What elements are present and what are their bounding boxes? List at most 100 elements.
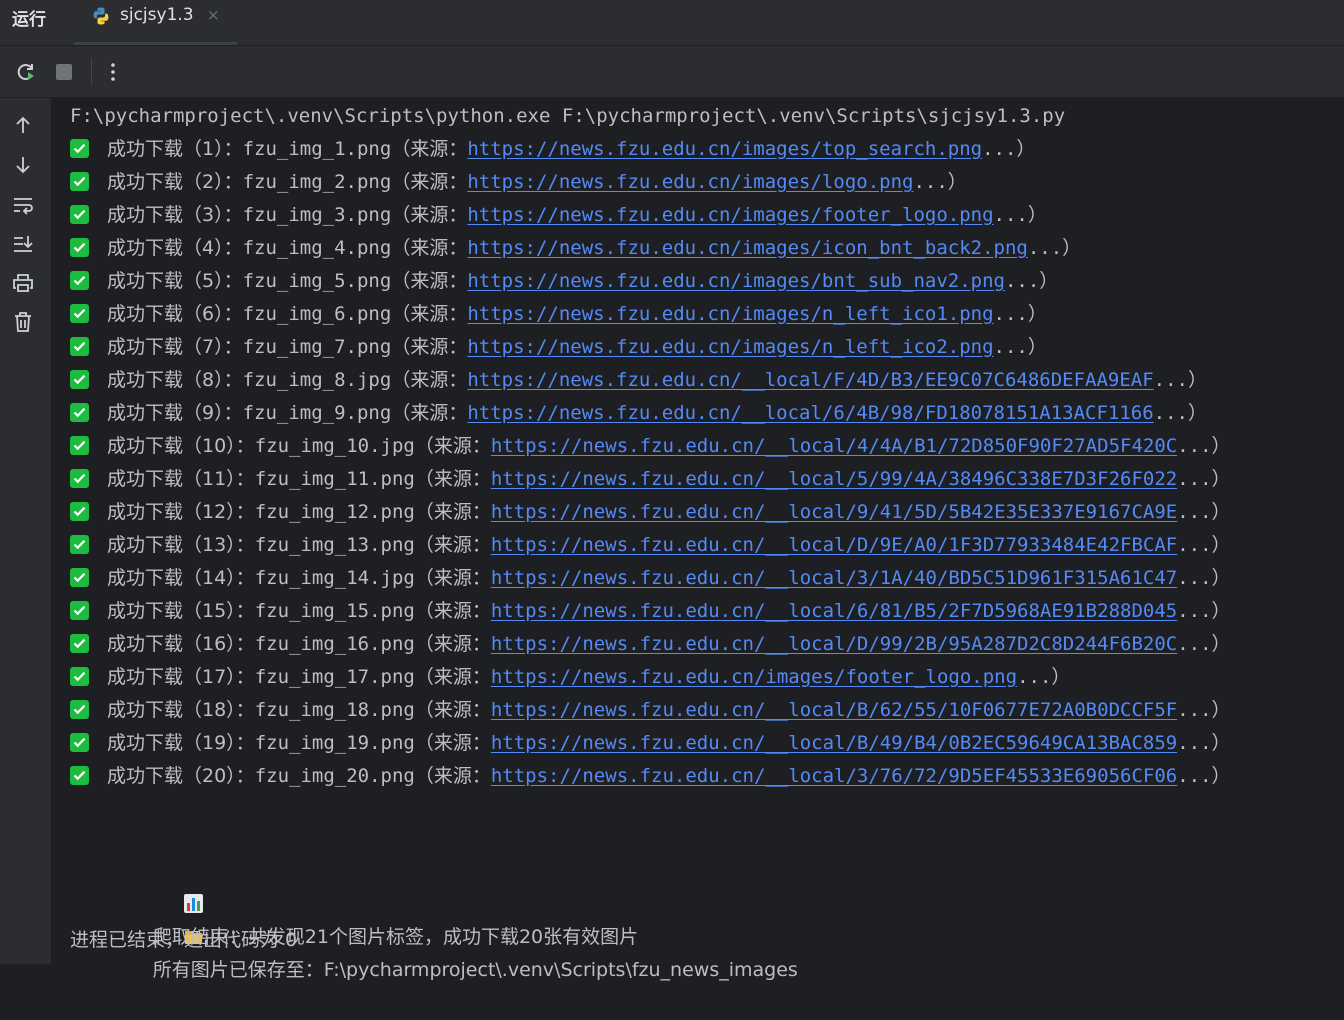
checkmark-icon bbox=[70, 766, 89, 785]
source-link[interactable]: https://news.fzu.edu.cn/__local/D/99/2B/… bbox=[491, 633, 1177, 655]
download-line: 成功下载（1）：fzu_img_1.png（来源：https://news.fz… bbox=[70, 133, 1035, 166]
source-link[interactable]: https://news.fzu.edu.cn/__local/D/9E/A0/… bbox=[491, 534, 1177, 556]
checkmark-icon bbox=[70, 568, 89, 587]
checkmark-icon bbox=[70, 601, 89, 620]
saved-path-text: 所有图片已保存至：F:\pycharmproject\.venv\Scripts… bbox=[152, 959, 798, 981]
source-label: （来源： bbox=[414, 732, 491, 754]
source-suffix: ...） bbox=[1177, 600, 1231, 622]
more-options-icon[interactable] bbox=[101, 60, 125, 84]
source-link[interactable]: https://news.fzu.edu.cn/images/bnt_sub_n… bbox=[467, 270, 1005, 292]
file-name: fzu_img_20.png bbox=[254, 765, 415, 787]
file-name: fzu_img_18.png bbox=[254, 699, 415, 721]
trash-icon[interactable] bbox=[11, 310, 35, 334]
file-name: fzu_img_5.png bbox=[242, 270, 392, 292]
file-name: fzu_img_2.png bbox=[242, 171, 392, 193]
source-link[interactable]: https://news.fzu.edu.cn/__local/B/49/B4/… bbox=[491, 732, 1177, 754]
soft-wrap-icon[interactable] bbox=[11, 193, 35, 217]
source-link[interactable]: https://news.fzu.edu.cn/__local/3/1A/40/… bbox=[491, 567, 1177, 589]
download-line: 成功下载（8）：fzu_img_8.jpg（来源：https://news.fz… bbox=[70, 364, 1207, 397]
source-suffix: ...） bbox=[1177, 534, 1231, 556]
source-label: （来源： bbox=[414, 666, 491, 688]
file-name: fzu_img_17.png bbox=[254, 666, 415, 688]
source-label: （来源： bbox=[414, 567, 491, 589]
source-label: （来源： bbox=[414, 633, 491, 655]
folder-icon bbox=[116, 891, 204, 944]
source-link[interactable]: https://news.fzu.edu.cn/images/top_searc… bbox=[467, 138, 982, 160]
download-prefix: 成功下载（20）： bbox=[107, 765, 255, 787]
console-side-toolbar bbox=[0, 98, 51, 964]
checkmark-icon bbox=[70, 139, 89, 158]
source-suffix: ...） bbox=[1177, 633, 1231, 655]
download-line: 成功下载（18）：fzu_img_18.png（来源：https://news.… bbox=[70, 694, 1231, 727]
download-prefix: 成功下载（2）： bbox=[107, 171, 243, 193]
file-name: fzu_img_9.png bbox=[242, 402, 392, 424]
close-icon[interactable]: × bbox=[207, 6, 220, 24]
checkmark-icon bbox=[70, 634, 89, 653]
download-line: 成功下载（11）：fzu_img_11.png（来源：https://news.… bbox=[70, 463, 1231, 496]
download-line: 成功下载（6）：fzu_img_6.png（来源：https://news.fz… bbox=[70, 298, 1047, 331]
source-link[interactable]: https://news.fzu.edu.cn/__local/9/41/5D/… bbox=[491, 501, 1177, 523]
print-icon[interactable] bbox=[11, 271, 35, 295]
download-prefix: 成功下载（3）： bbox=[107, 204, 243, 226]
source-link[interactable]: https://news.fzu.edu.cn/images/n_left_ic… bbox=[467, 303, 993, 325]
download-prefix: 成功下载（6）： bbox=[107, 303, 243, 325]
checkmark-icon bbox=[70, 271, 89, 290]
source-link[interactable]: https://news.fzu.edu.cn/images/n_left_ic… bbox=[467, 336, 993, 358]
download-line: 成功下载（12）：fzu_img_12.png（来源：https://news.… bbox=[70, 496, 1231, 529]
source-link[interactable]: https://news.fzu.edu.cn/__local/4/4A/B1/… bbox=[491, 435, 1177, 457]
source-suffix: ...） bbox=[1177, 732, 1231, 754]
download-prefix: 成功下载（1）： bbox=[107, 138, 243, 160]
rerun-icon[interactable] bbox=[14, 60, 38, 84]
checkmark-icon bbox=[70, 205, 89, 224]
download-prefix: 成功下载（7）： bbox=[107, 336, 243, 358]
source-link[interactable]: https://news.fzu.edu.cn/__local/5/99/4A/… bbox=[491, 468, 1177, 490]
source-suffix: ...） bbox=[1177, 435, 1231, 457]
file-name: fzu_img_7.png bbox=[242, 336, 392, 358]
download-line: 成功下载（17）：fzu_img_17.png（来源：https://news.… bbox=[70, 661, 1070, 694]
source-suffix: ...） bbox=[993, 336, 1047, 358]
source-suffix: ...） bbox=[1153, 402, 1207, 424]
source-suffix: ...） bbox=[1153, 369, 1207, 391]
source-link[interactable]: https://news.fzu.edu.cn/images/logo.png bbox=[467, 171, 913, 193]
stop-icon[interactable] bbox=[52, 60, 76, 84]
source-suffix: ...） bbox=[1177, 765, 1231, 787]
file-name: fzu_img_16.png bbox=[254, 633, 415, 655]
download-prefix: 成功下载（9）： bbox=[107, 402, 243, 424]
source-link[interactable]: https://news.fzu.edu.cn/__local/6/4B/98/… bbox=[467, 402, 1153, 424]
tab-run-config[interactable]: sjcjsy1.3 × bbox=[74, 0, 237, 45]
download-prefix: 成功下载（14）： bbox=[107, 567, 255, 589]
file-name: fzu_img_13.png bbox=[254, 534, 415, 556]
download-line: 成功下载（2）：fzu_img_2.png（来源：https://news.fz… bbox=[70, 166, 967, 199]
download-line: 成功下载（19）：fzu_img_19.png（来源：https://news.… bbox=[70, 727, 1231, 760]
checkmark-icon bbox=[70, 370, 89, 389]
source-link[interactable]: https://news.fzu.edu.cn/__local/B/62/55/… bbox=[491, 699, 1177, 721]
source-link[interactable]: https://news.fzu.edu.cn/images/icon_bnt_… bbox=[467, 237, 1028, 259]
checkmark-icon bbox=[70, 733, 89, 752]
download-prefix: 成功下载（12）： bbox=[107, 501, 255, 523]
download-prefix: 成功下载（16）： bbox=[107, 633, 255, 655]
source-link[interactable]: https://news.fzu.edu.cn/__local/F/4D/B3/… bbox=[467, 369, 1153, 391]
file-name: fzu_img_6.png bbox=[242, 303, 392, 325]
source-link[interactable]: https://news.fzu.edu.cn/images/footer_lo… bbox=[491, 666, 1017, 688]
console-output[interactable]: F:\pycharmproject\.venv\Scripts\python.e… bbox=[52, 98, 1344, 981]
download-line: 成功下载（15）：fzu_img_15.png（来源：https://news.… bbox=[70, 595, 1231, 628]
down-arrow-icon[interactable] bbox=[11, 153, 35, 177]
scroll-to-end-icon[interactable] bbox=[11, 232, 35, 256]
source-label: （来源： bbox=[391, 270, 468, 292]
download-line: 成功下载（13）：fzu_img_13.png（来源：https://news.… bbox=[70, 529, 1231, 562]
source-suffix: ...） bbox=[1004, 270, 1059, 292]
download-prefix: 成功下载（17）： bbox=[107, 666, 255, 688]
checkmark-icon bbox=[70, 172, 89, 191]
download-line: 成功下载（9）：fzu_img_9.png（来源：https://news.fz… bbox=[70, 397, 1207, 430]
source-link[interactable]: https://news.fzu.edu.cn/__local/6/81/B5/… bbox=[491, 600, 1177, 622]
checkmark-icon bbox=[70, 502, 89, 521]
source-label: （来源： bbox=[414, 468, 491, 490]
download-prefix: 成功下载（13）： bbox=[107, 534, 255, 556]
up-arrow-icon[interactable] bbox=[11, 113, 35, 137]
source-link[interactable]: https://news.fzu.edu.cn/__local/3/76/72/… bbox=[491, 765, 1177, 787]
file-name: fzu_img_14.jpg bbox=[254, 567, 415, 589]
saved-path-line: 所有图片已保存至：F:\pycharmproject\.venv\Scripts… bbox=[70, 858, 798, 981]
file-name: fzu_img_3.png bbox=[242, 204, 392, 226]
tool-window-title[interactable]: 运行 bbox=[12, 5, 46, 30]
source-link[interactable]: https://news.fzu.edu.cn/images/footer_lo… bbox=[467, 204, 993, 226]
